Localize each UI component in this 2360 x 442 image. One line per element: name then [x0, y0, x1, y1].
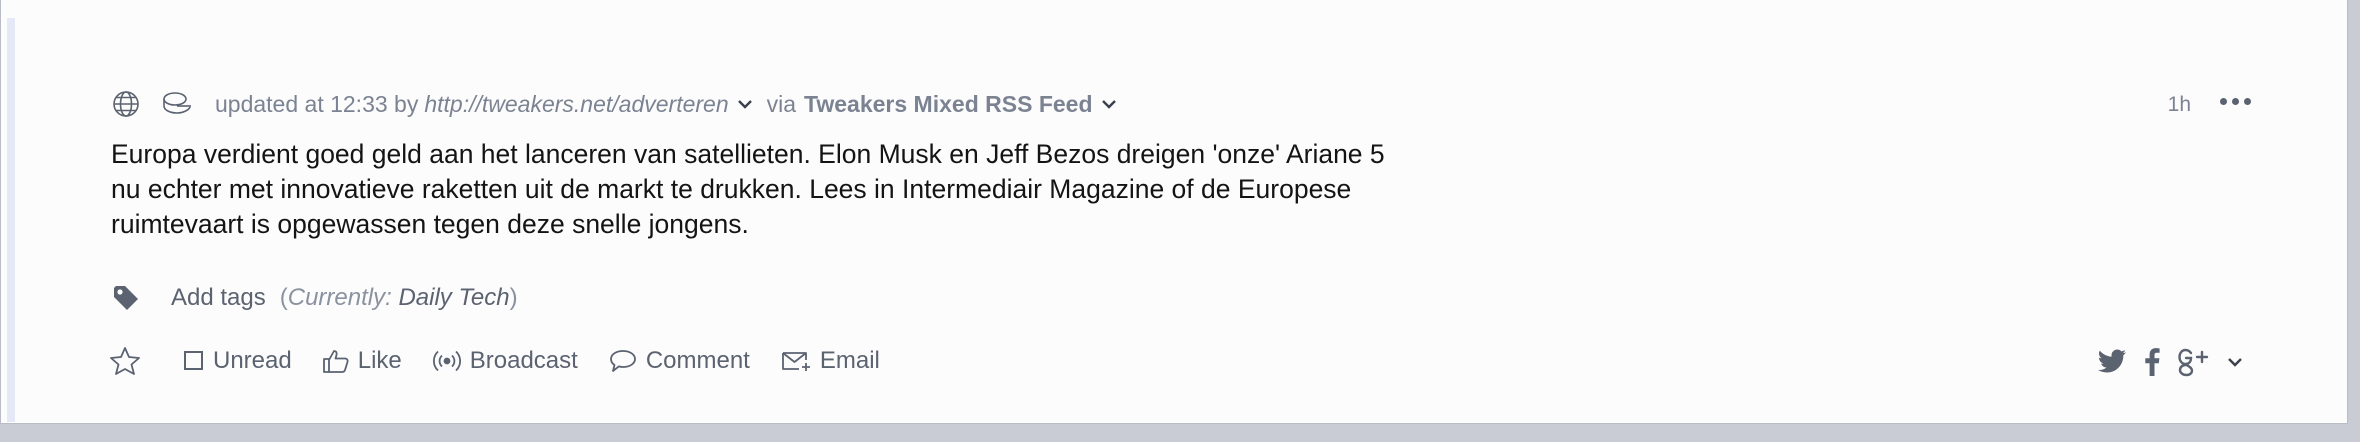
broadcast-label: Broadcast — [469, 347, 578, 374]
unread-button[interactable]: Unread — [183, 347, 292, 375]
comment-icon — [608, 348, 638, 374]
tag-icon — [111, 283, 141, 313]
star-icon — [109, 346, 141, 376]
add-tags-button[interactable]: Add tags — [171, 284, 266, 312]
comment-button[interactable]: Comment — [608, 347, 750, 375]
feed-icon[interactable] — [161, 89, 193, 119]
item-accent-bar — [7, 18, 15, 422]
chevron-down-icon[interactable] — [737, 98, 753, 110]
item-content: Europa verdient goed geld aan het lancer… — [111, 139, 1385, 239]
checkbox-icon — [183, 350, 205, 372]
item-age: 1h — [2167, 93, 2191, 116]
broadcast-icon — [432, 348, 462, 374]
like-button[interactable]: Like — [322, 347, 402, 375]
via-label: via — [766, 90, 797, 117]
author-link[interactable]: http://tweakers.net/adverteren — [424, 91, 728, 118]
broadcast-button[interactable]: Broadcast — [432, 347, 578, 375]
more-icon[interactable] — [2220, 98, 2251, 105]
email-button[interactable]: Email — [780, 347, 880, 375]
email-icon — [780, 348, 812, 374]
facebook-icon[interactable] — [2143, 348, 2161, 376]
globe-icon[interactable] — [111, 89, 141, 119]
updated-label: updated at 12:33 by — [215, 90, 419, 117]
actions-row: Unread Like Broadcast Comment Email — [109, 341, 910, 381]
like-label: Like — [357, 347, 402, 374]
comment-label: Comment — [645, 347, 750, 374]
star-button[interactable] — [109, 346, 149, 376]
feed-item-card: updated at 12:33 by http://tweakers.net/… — [0, 0, 2348, 424]
item-meta: updated at 12:33 by http://tweakers.net/… — [111, 86, 1117, 122]
twitter-icon[interactable] — [2097, 349, 2127, 375]
share-buttons — [2097, 344, 2243, 380]
tags-row: Add tags (Currently: Daily Tech) — [111, 278, 518, 318]
email-label: Email — [819, 347, 880, 374]
feed-name-link[interactable]: Tweakers Mixed RSS Feed — [804, 91, 1092, 118]
thumbs-up-icon — [322, 348, 350, 374]
unread-label: Unread — [213, 347, 292, 374]
current-tag-value[interactable]: Daily Tech — [398, 284, 509, 311]
google-plus-icon[interactable] — [2177, 347, 2211, 377]
chevron-down-icon[interactable] — [1101, 98, 1117, 110]
current-tags: (Currently: Daily Tech) — [279, 284, 518, 311]
chevron-down-icon[interactable] — [2227, 356, 2243, 368]
